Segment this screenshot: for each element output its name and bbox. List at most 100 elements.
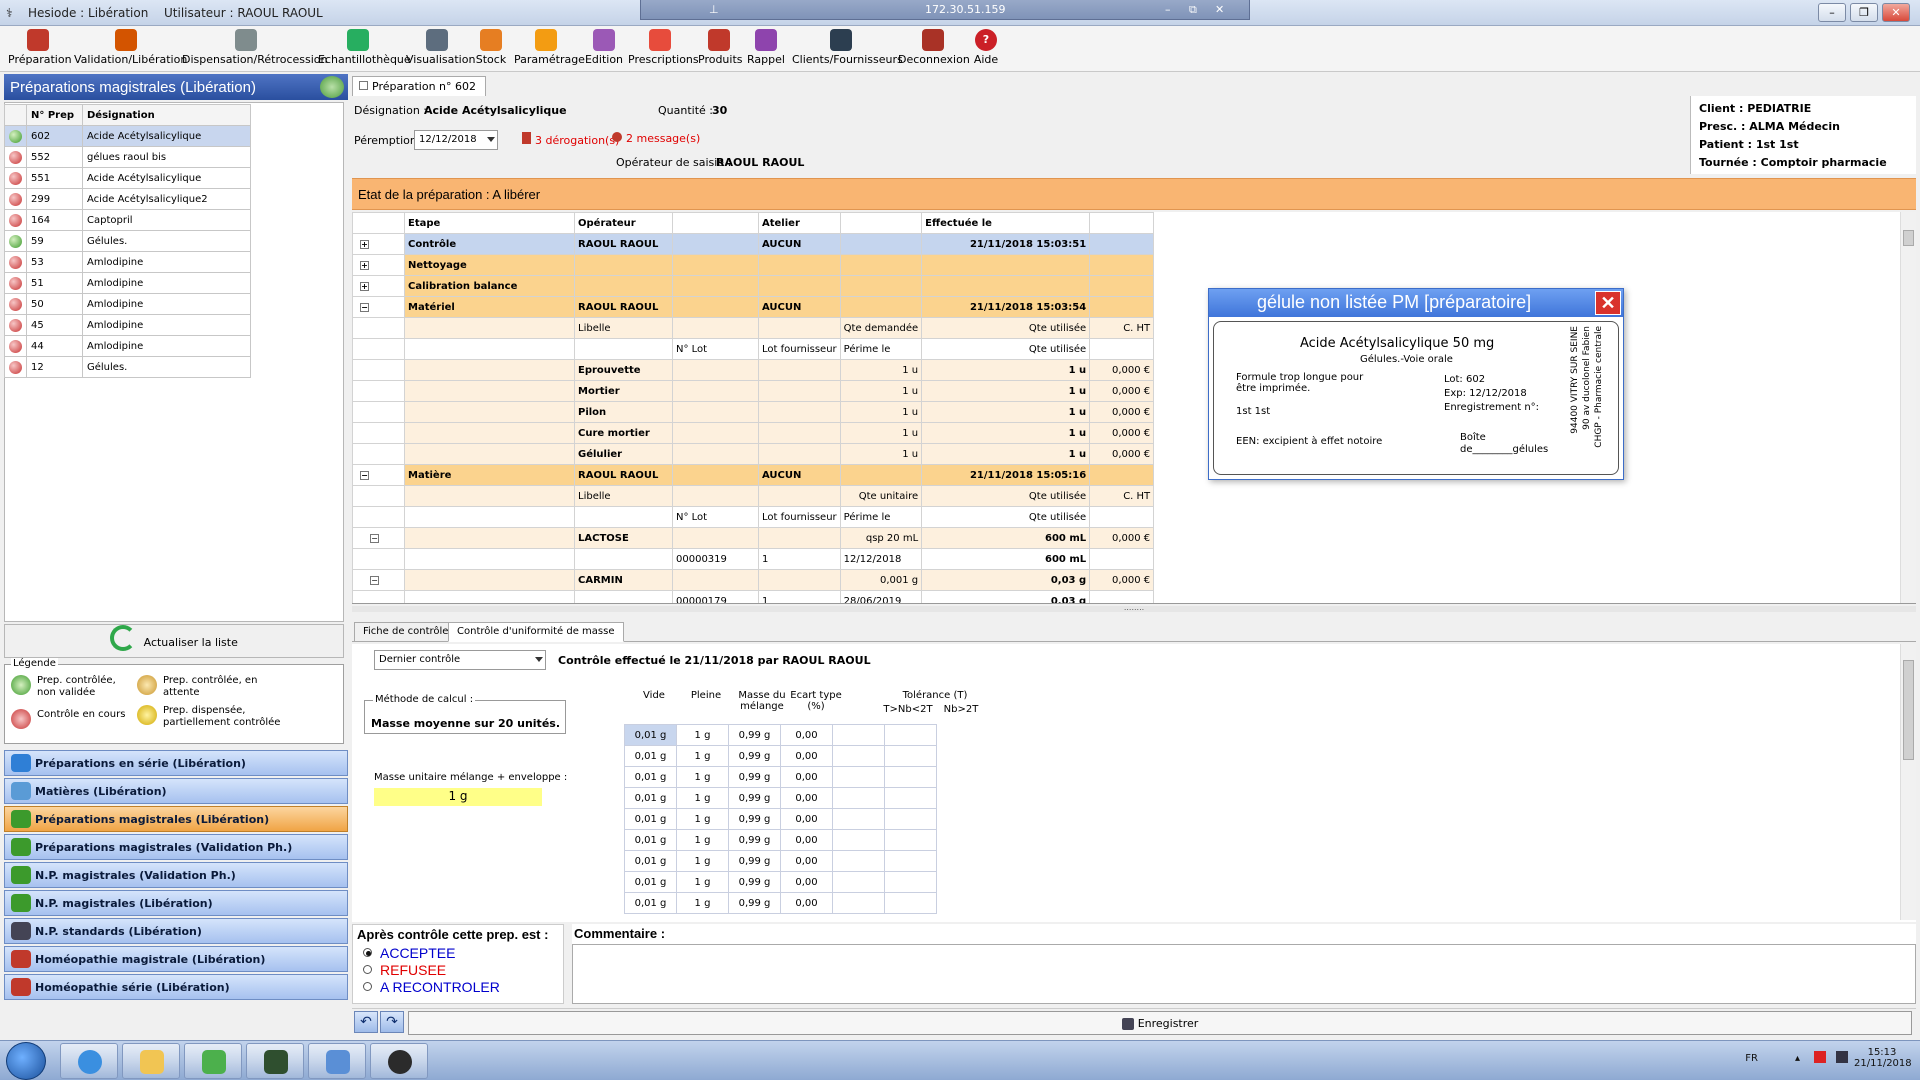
mass-row[interactable]: 0,01 g1 g 0,99 g 0,00	[624, 808, 937, 830]
nav-section-8[interactable]: Homéopathie série (Libération)	[4, 974, 348, 1000]
undo-button[interactable]: ↶	[354, 1011, 378, 1033]
toolbar-aide-button[interactable]: ? Aide	[972, 29, 1000, 66]
comment-input[interactable]	[572, 944, 1916, 1004]
toolbar-prescriptions-button[interactable]: Prescriptions	[628, 29, 699, 66]
pin-icon[interactable]: ⊥	[709, 3, 719, 16]
mass-row[interactable]: 0,01 g1 g 0,99 g 0,00	[624, 766, 937, 788]
mass-row[interactable]: 0,01 g1 g 0,99 g 0,00	[624, 724, 937, 746]
controle-select[interactable]: Dernier contrôle	[374, 650, 546, 670]
toolbar-visualisation-button[interactable]: Visualisation	[406, 29, 475, 66]
prep-list-row[interactable]: 59 Gélules.	[4, 230, 251, 252]
toolbar-clients-button[interactable]: Clients/Fournisseurs	[792, 29, 903, 66]
step-row-nettoyage[interactable]: + Nettoyage	[352, 254, 1155, 276]
prep-list-row[interactable]: 299 Acide Acétylsalicylique2	[4, 188, 251, 210]
nav-section-1[interactable]: Matières (Libération)	[4, 778, 348, 804]
refresh-pill-icon[interactable]	[320, 76, 344, 98]
toolbar-parametrage-button[interactable]: Paramétrage	[514, 29, 585, 66]
splitter[interactable]: ........	[352, 604, 1916, 612]
taskbar-explorer[interactable]	[122, 1043, 180, 1079]
matiere-row-carmin[interactable]: − CARMIN 0,001 g 0,03 g 0,000 €	[352, 569, 1155, 591]
col-atelier[interactable]: Atelier	[758, 212, 841, 234]
radio-recontroler[interactable]: A RECONTROLER	[363, 979, 500, 995]
start-button[interactable]	[6, 1042, 46, 1080]
col-num-prep[interactable]: N° Prep	[26, 104, 83, 126]
rdp-close-icon[interactable]: ✕	[1215, 3, 1224, 16]
taskbar-app[interactable]	[370, 1043, 428, 1079]
remote-desktop-bar[interactable]: ⊥ 172.30.51.159 – ⧉ ✕	[640, 0, 1250, 20]
toolbar-validation-button[interactable]: Validation/Libération	[74, 29, 187, 66]
rdp-minimize-icon[interactable]: –	[1165, 3, 1171, 16]
toolbar-dispensation-button[interactable]: Dispensation/Rétrocession	[182, 29, 328, 66]
col-effectuee[interactable]: Effectuée le	[921, 212, 1091, 234]
tab-uniformite-masse[interactable]: Contrôle d'uniformité de masse	[448, 622, 624, 642]
prep-list-row[interactable]: 602 Acide Acétylsalicylique	[4, 125, 251, 147]
save-button[interactable]: Enregistrer	[408, 1011, 1912, 1035]
mass-row[interactable]: 0,01 g1 g 0,99 g 0,00	[624, 745, 937, 767]
expand-icon[interactable]: +	[360, 239, 369, 249]
steps-scrollbar[interactable]	[1900, 212, 1916, 603]
mass-row[interactable]: 0,01 g1 g 0,99 g 0,00	[624, 787, 937, 809]
materiel-item-row[interactable]: Pilon 1 u1 u 0,000 €	[352, 401, 1155, 423]
lower-scrollbar[interactable]	[1900, 644, 1916, 920]
minimize-button[interactable]: –	[1818, 3, 1846, 22]
messages-link[interactable]: 2 message(s)	[612, 132, 700, 145]
prep-list-row[interactable]: 164 Captopril	[4, 209, 251, 231]
clock[interactable]: 15:13 21/11/2018	[1854, 1047, 1912, 1069]
prep-list-row[interactable]: 551 Acide Acétylsalicylique	[4, 167, 251, 189]
taskbar-ie[interactable]	[60, 1043, 118, 1079]
materiel-item-row[interactable]: Mortier 1 u1 u 0,000 €	[352, 380, 1155, 402]
redo-button[interactable]: ↷	[380, 1011, 404, 1033]
prep-list-row[interactable]: 44 Amlodipine	[4, 335, 251, 357]
radio-refusee[interactable]: REFUSEE	[363, 962, 446, 978]
toolbar-edition-button[interactable]: Edition	[584, 29, 624, 66]
materiel-item-row[interactable]: Eprouvette 1 u1 u 0,000 €	[352, 359, 1155, 381]
taskbar-remote[interactable]	[246, 1043, 304, 1079]
tray-arrow-icon[interactable]: ▴	[1795, 1053, 1800, 1064]
prep-list-row[interactable]: 50 Amlodipine	[4, 293, 251, 315]
toolbar-produits-button[interactable]: Produits	[698, 29, 743, 66]
scroll-thumb[interactable]	[1903, 230, 1914, 246]
nav-section-7[interactable]: Homéopathie magistrale (Libération)	[4, 946, 348, 972]
prep-list-row[interactable]: 45 Amlodipine	[4, 314, 251, 336]
prep-list-row[interactable]: 552 gélues raoul bis	[4, 146, 251, 168]
rdp-restore-icon[interactable]: ⧉	[1189, 3, 1197, 17]
nav-section-4[interactable]: N.P. magistrales (Validation Ph.)	[4, 862, 348, 888]
matiere-row-lactose[interactable]: − LACTOSE qsp 20 mL 600 mL 0,000 €	[352, 527, 1155, 549]
collapse-icon[interactable]: −	[370, 533, 379, 543]
flag-icon[interactable]	[1814, 1051, 1826, 1063]
mass-row[interactable]: 0,01 g1 g 0,99 g 0,00	[624, 829, 937, 851]
nav-section-2[interactable]: Préparations magistrales (Libération)	[4, 806, 348, 832]
restore-button[interactable]: ❐	[1850, 3, 1878, 22]
step-row-materiel[interactable]: − Matériel RAOUL RAOUL AUCUN 21/11/2018 …	[352, 296, 1155, 318]
toolbar-preparation-button[interactable]: Préparation	[8, 29, 72, 66]
nav-section-5[interactable]: N.P. magistrales (Libération)	[4, 890, 348, 916]
toolbar-stock-button[interactable]: Stock	[474, 29, 508, 66]
peremption-date-picker[interactable]: 12/12/2018	[414, 130, 498, 150]
scroll-thumb[interactable]	[1903, 660, 1914, 760]
materiel-item-row[interactable]: Cure mortier 1 u1 u 0,000 €	[352, 422, 1155, 444]
step-row-controle[interactable]: + Contrôle RAOUL RAOUL AUCUN 21/11/2018 …	[352, 233, 1155, 255]
derogations-link[interactable]: 3 dérogation(s)	[522, 132, 619, 147]
step-row-matiere[interactable]: − Matière RAOUL RAOUL AUCUN 21/11/2018 1…	[352, 464, 1155, 486]
collapse-icon[interactable]: −	[360, 302, 369, 312]
step-row-calibration[interactable]: + Calibration balance	[352, 275, 1155, 297]
collapse-icon[interactable]: −	[370, 575, 379, 585]
toolbar-rappel-button[interactable]: Rappel	[746, 29, 786, 66]
language-indicator[interactable]: FR	[1745, 1053, 1758, 1064]
toolbar-echantillotheque-button[interactable]: Echantillothèque	[318, 29, 411, 66]
col-etape[interactable]: Etape	[404, 212, 575, 234]
close-button[interactable]: ✕	[1882, 3, 1910, 22]
prep-list-row[interactable]: 51 Amlodipine	[4, 272, 251, 294]
nav-section-3[interactable]: Préparations magistrales (Validation Ph.…	[4, 834, 348, 860]
col-operateur[interactable]: Opérateur	[574, 212, 673, 234]
expand-icon[interactable]: +	[360, 260, 369, 270]
tab-preparation[interactable]: Préparation n° 602	[352, 76, 486, 96]
prep-list-row[interactable]: 12 Gélules.	[4, 356, 251, 378]
expand-icon[interactable]: +	[360, 281, 369, 291]
materiel-item-row[interactable]: Gélulier 1 u1 u 0,000 €	[352, 443, 1155, 465]
refresh-list-button[interactable]: Actualiser la liste	[4, 624, 344, 658]
col-designation[interactable]: Désignation	[82, 104, 251, 126]
mass-row[interactable]: 0,01 g1 g 0,99 g 0,00	[624, 871, 937, 893]
taskbar-media[interactable]	[184, 1043, 242, 1079]
prep-list-row[interactable]: 53 Amlodipine	[4, 251, 251, 273]
